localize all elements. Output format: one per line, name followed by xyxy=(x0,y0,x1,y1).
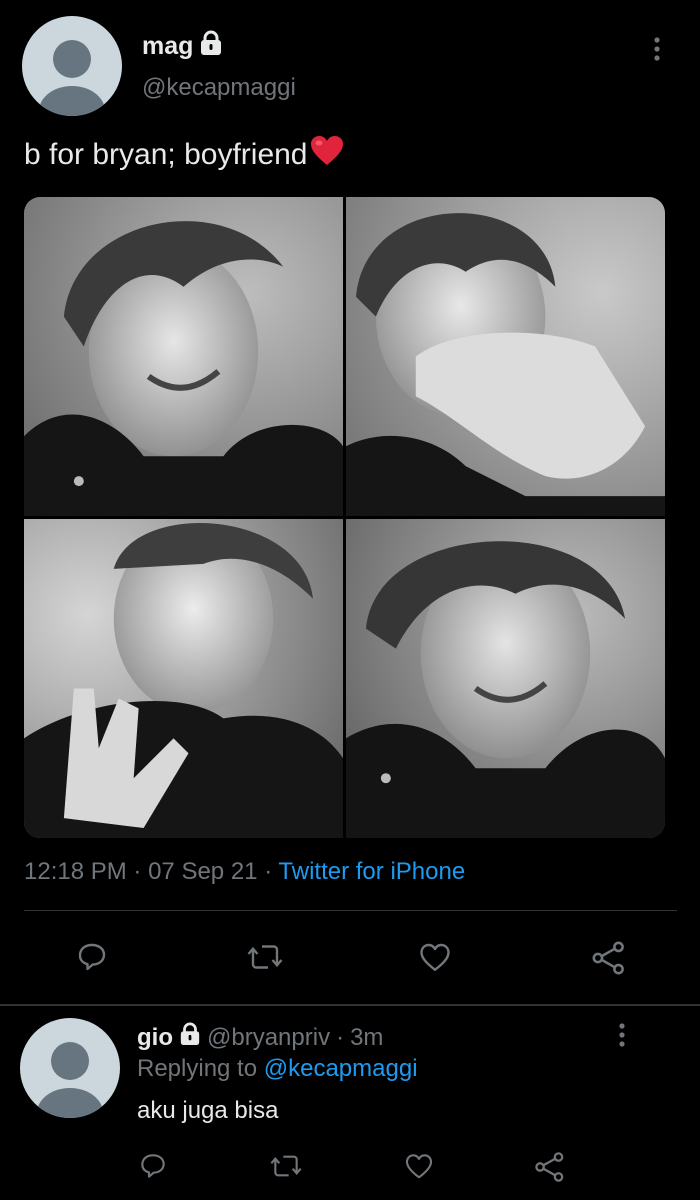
more-vertical-icon[interactable] xyxy=(650,36,664,69)
author-handle[interactable]: @kecapmaggi xyxy=(142,74,296,102)
meta-separator: · xyxy=(133,858,142,885)
photo-2[interactable] xyxy=(346,197,665,516)
photo-4[interactable] xyxy=(346,519,665,838)
author-name[interactable]: mag xyxy=(142,32,193,61)
replying-to-mention[interactable]: @kecapmaggi xyxy=(264,1055,418,1082)
red-heart-emoji xyxy=(310,135,344,175)
retweet-icon[interactable] xyxy=(245,939,285,975)
tweet-text: b for bryan; boyfriend xyxy=(24,135,344,175)
retweet-icon[interactable] xyxy=(268,1150,304,1182)
photo-grid xyxy=(24,197,665,838)
replying-to-label: Replying to xyxy=(137,1055,258,1082)
avatar-body-shape xyxy=(39,86,105,116)
reply-age: 3m xyxy=(350,1023,384,1051)
lock-icon xyxy=(179,1022,201,1053)
reply-header: gio @bryanpriv · 3m xyxy=(137,1022,383,1053)
meta-separator: · xyxy=(264,858,273,885)
replying-to-line: Replying to @kecapmaggi xyxy=(137,1055,418,1083)
avatar-head-shape xyxy=(51,1042,89,1080)
tweet-meta: 12:18 PM · 07 Sep 21 · Twitter for iPhon… xyxy=(24,858,465,886)
avatar-body-shape xyxy=(37,1088,103,1118)
share-icon[interactable] xyxy=(533,1150,567,1184)
meta-separator: · xyxy=(336,1023,345,1051)
author-avatar[interactable] xyxy=(22,16,122,116)
heart-icon[interactable] xyxy=(402,1150,436,1182)
tweet-detail-page: mag @kecapmaggi b for bryan; boyfriend 1… xyxy=(0,0,700,1200)
photo-3[interactable] xyxy=(24,519,343,838)
tweet-date: 07 Sep 21 xyxy=(148,858,258,885)
reply-author-handle[interactable]: @bryanpriv xyxy=(207,1024,330,1052)
section-divider xyxy=(0,1004,700,1006)
divider xyxy=(24,910,677,911)
tweet-body-text: b for bryan; boyfriend xyxy=(24,138,308,171)
more-vertical-icon[interactable] xyxy=(615,1022,629,1055)
author-name-row[interactable]: mag xyxy=(142,30,223,63)
reply-author-name[interactable]: gio xyxy=(137,1024,173,1052)
tweet-time: 12:18 PM xyxy=(24,858,127,885)
reply-author-avatar[interactable] xyxy=(20,1018,120,1118)
share-icon[interactable] xyxy=(590,939,628,977)
heart-icon[interactable] xyxy=(416,939,454,975)
reply-icon[interactable] xyxy=(137,1150,169,1182)
lock-icon xyxy=(199,30,223,63)
reply-text: aku juga bisa xyxy=(137,1097,279,1124)
photo-1[interactable] xyxy=(24,197,343,516)
tweet-source-link[interactable]: Twitter for iPhone xyxy=(278,858,465,885)
avatar-head-shape xyxy=(53,40,91,78)
reply-icon[interactable] xyxy=(74,939,110,975)
